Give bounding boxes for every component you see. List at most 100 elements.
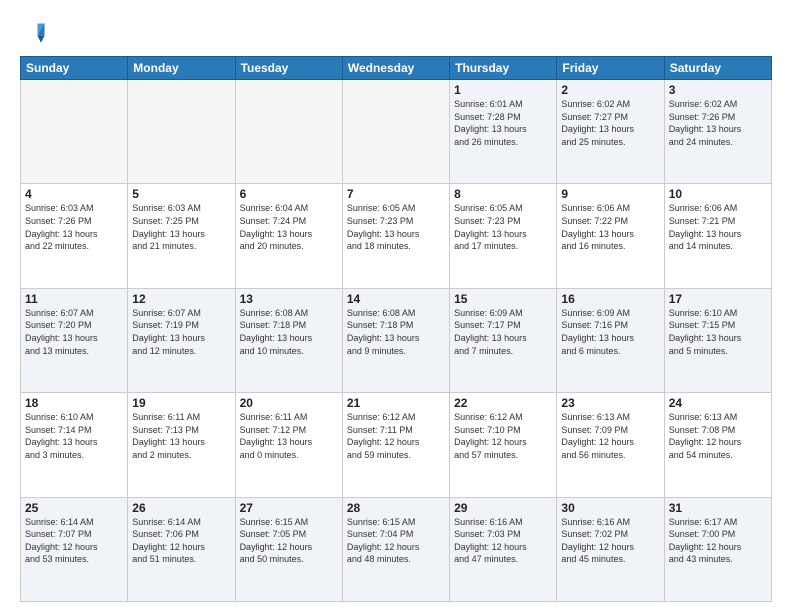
day-number: 21 bbox=[347, 396, 445, 410]
day-number: 31 bbox=[669, 501, 767, 515]
day-info: Sunrise: 6:15 AM Sunset: 7:04 PM Dayligh… bbox=[347, 516, 445, 566]
day-number: 3 bbox=[669, 83, 767, 97]
logo-icon bbox=[20, 20, 48, 48]
day-number: 6 bbox=[240, 187, 338, 201]
day-cell: 19Sunrise: 6:11 AM Sunset: 7:13 PM Dayli… bbox=[128, 393, 235, 497]
day-info: Sunrise: 6:04 AM Sunset: 7:24 PM Dayligh… bbox=[240, 202, 338, 252]
day-number: 24 bbox=[669, 396, 767, 410]
day-number: 14 bbox=[347, 292, 445, 306]
day-info: Sunrise: 6:03 AM Sunset: 7:25 PM Dayligh… bbox=[132, 202, 230, 252]
day-number: 26 bbox=[132, 501, 230, 515]
day-cell: 12Sunrise: 6:07 AM Sunset: 7:19 PM Dayli… bbox=[128, 288, 235, 392]
day-info: Sunrise: 6:08 AM Sunset: 7:18 PM Dayligh… bbox=[347, 307, 445, 357]
weekday-header-monday: Monday bbox=[128, 57, 235, 80]
day-cell: 28Sunrise: 6:15 AM Sunset: 7:04 PM Dayli… bbox=[342, 497, 449, 601]
day-info: Sunrise: 6:14 AM Sunset: 7:07 PM Dayligh… bbox=[25, 516, 123, 566]
day-cell: 9Sunrise: 6:06 AM Sunset: 7:22 PM Daylig… bbox=[557, 184, 664, 288]
day-number: 10 bbox=[669, 187, 767, 201]
day-cell: 14Sunrise: 6:08 AM Sunset: 7:18 PM Dayli… bbox=[342, 288, 449, 392]
day-info: Sunrise: 6:03 AM Sunset: 7:26 PM Dayligh… bbox=[25, 202, 123, 252]
day-number: 4 bbox=[25, 187, 123, 201]
weekday-header-friday: Friday bbox=[557, 57, 664, 80]
header bbox=[20, 16, 772, 48]
day-info: Sunrise: 6:17 AM Sunset: 7:00 PM Dayligh… bbox=[669, 516, 767, 566]
day-number: 27 bbox=[240, 501, 338, 515]
day-info: Sunrise: 6:07 AM Sunset: 7:20 PM Dayligh… bbox=[25, 307, 123, 357]
day-number: 16 bbox=[561, 292, 659, 306]
day-number: 22 bbox=[454, 396, 552, 410]
day-number: 5 bbox=[132, 187, 230, 201]
weekday-header-thursday: Thursday bbox=[450, 57, 557, 80]
day-info: Sunrise: 6:13 AM Sunset: 7:08 PM Dayligh… bbox=[669, 411, 767, 461]
day-info: Sunrise: 6:07 AM Sunset: 7:19 PM Dayligh… bbox=[132, 307, 230, 357]
day-info: Sunrise: 6:09 AM Sunset: 7:16 PM Dayligh… bbox=[561, 307, 659, 357]
day-number: 23 bbox=[561, 396, 659, 410]
day-number: 20 bbox=[240, 396, 338, 410]
week-row-2: 4Sunrise: 6:03 AM Sunset: 7:26 PM Daylig… bbox=[21, 184, 772, 288]
day-cell: 22Sunrise: 6:12 AM Sunset: 7:10 PM Dayli… bbox=[450, 393, 557, 497]
day-number: 29 bbox=[454, 501, 552, 515]
day-cell: 21Sunrise: 6:12 AM Sunset: 7:11 PM Dayli… bbox=[342, 393, 449, 497]
day-info: Sunrise: 6:13 AM Sunset: 7:09 PM Dayligh… bbox=[561, 411, 659, 461]
day-info: Sunrise: 6:06 AM Sunset: 7:21 PM Dayligh… bbox=[669, 202, 767, 252]
day-cell bbox=[235, 80, 342, 184]
calendar-table: SundayMondayTuesdayWednesdayThursdayFrid… bbox=[20, 56, 772, 602]
day-number: 17 bbox=[669, 292, 767, 306]
day-number: 7 bbox=[347, 187, 445, 201]
day-number: 11 bbox=[25, 292, 123, 306]
day-cell: 4Sunrise: 6:03 AM Sunset: 7:26 PM Daylig… bbox=[21, 184, 128, 288]
day-number: 13 bbox=[240, 292, 338, 306]
calendar-body: 1Sunrise: 6:01 AM Sunset: 7:28 PM Daylig… bbox=[21, 80, 772, 602]
calendar: SundayMondayTuesdayWednesdayThursdayFrid… bbox=[20, 56, 772, 602]
week-row-4: 18Sunrise: 6:10 AM Sunset: 7:14 PM Dayli… bbox=[21, 393, 772, 497]
day-number: 1 bbox=[454, 83, 552, 97]
day-cell: 31Sunrise: 6:17 AM Sunset: 7:00 PM Dayli… bbox=[664, 497, 771, 601]
day-info: Sunrise: 6:01 AM Sunset: 7:28 PM Dayligh… bbox=[454, 98, 552, 148]
day-info: Sunrise: 6:05 AM Sunset: 7:23 PM Dayligh… bbox=[347, 202, 445, 252]
day-cell: 27Sunrise: 6:15 AM Sunset: 7:05 PM Dayli… bbox=[235, 497, 342, 601]
day-info: Sunrise: 6:11 AM Sunset: 7:13 PM Dayligh… bbox=[132, 411, 230, 461]
day-number: 19 bbox=[132, 396, 230, 410]
day-info: Sunrise: 6:15 AM Sunset: 7:05 PM Dayligh… bbox=[240, 516, 338, 566]
week-row-5: 25Sunrise: 6:14 AM Sunset: 7:07 PM Dayli… bbox=[21, 497, 772, 601]
day-info: Sunrise: 6:09 AM Sunset: 7:17 PM Dayligh… bbox=[454, 307, 552, 357]
day-number: 12 bbox=[132, 292, 230, 306]
day-cell: 7Sunrise: 6:05 AM Sunset: 7:23 PM Daylig… bbox=[342, 184, 449, 288]
day-cell: 18Sunrise: 6:10 AM Sunset: 7:14 PM Dayli… bbox=[21, 393, 128, 497]
day-number: 25 bbox=[25, 501, 123, 515]
day-cell: 30Sunrise: 6:16 AM Sunset: 7:02 PM Dayli… bbox=[557, 497, 664, 601]
day-cell: 26Sunrise: 6:14 AM Sunset: 7:06 PM Dayli… bbox=[128, 497, 235, 601]
page: SundayMondayTuesdayWednesdayThursdayFrid… bbox=[0, 0, 792, 612]
day-cell bbox=[128, 80, 235, 184]
day-number: 30 bbox=[561, 501, 659, 515]
day-number: 8 bbox=[454, 187, 552, 201]
day-info: Sunrise: 6:16 AM Sunset: 7:03 PM Dayligh… bbox=[454, 516, 552, 566]
day-cell: 8Sunrise: 6:05 AM Sunset: 7:23 PM Daylig… bbox=[450, 184, 557, 288]
weekday-header-tuesday: Tuesday bbox=[235, 57, 342, 80]
day-info: Sunrise: 6:12 AM Sunset: 7:10 PM Dayligh… bbox=[454, 411, 552, 461]
day-cell: 16Sunrise: 6:09 AM Sunset: 7:16 PM Dayli… bbox=[557, 288, 664, 392]
day-cell: 17Sunrise: 6:10 AM Sunset: 7:15 PM Dayli… bbox=[664, 288, 771, 392]
day-number: 18 bbox=[25, 396, 123, 410]
day-info: Sunrise: 6:02 AM Sunset: 7:27 PM Dayligh… bbox=[561, 98, 659, 148]
day-info: Sunrise: 6:08 AM Sunset: 7:18 PM Dayligh… bbox=[240, 307, 338, 357]
day-cell: 1Sunrise: 6:01 AM Sunset: 7:28 PM Daylig… bbox=[450, 80, 557, 184]
weekday-header-saturday: Saturday bbox=[664, 57, 771, 80]
weekday-header-wednesday: Wednesday bbox=[342, 57, 449, 80]
day-info: Sunrise: 6:11 AM Sunset: 7:12 PM Dayligh… bbox=[240, 411, 338, 461]
day-cell bbox=[21, 80, 128, 184]
logo bbox=[20, 20, 52, 48]
day-info: Sunrise: 6:05 AM Sunset: 7:23 PM Dayligh… bbox=[454, 202, 552, 252]
day-number: 9 bbox=[561, 187, 659, 201]
day-cell: 25Sunrise: 6:14 AM Sunset: 7:07 PM Dayli… bbox=[21, 497, 128, 601]
day-cell: 5Sunrise: 6:03 AM Sunset: 7:25 PM Daylig… bbox=[128, 184, 235, 288]
day-cell: 15Sunrise: 6:09 AM Sunset: 7:17 PM Dayli… bbox=[450, 288, 557, 392]
day-info: Sunrise: 6:12 AM Sunset: 7:11 PM Dayligh… bbox=[347, 411, 445, 461]
day-cell: 2Sunrise: 6:02 AM Sunset: 7:27 PM Daylig… bbox=[557, 80, 664, 184]
day-info: Sunrise: 6:10 AM Sunset: 7:14 PM Dayligh… bbox=[25, 411, 123, 461]
day-cell: 13Sunrise: 6:08 AM Sunset: 7:18 PM Dayli… bbox=[235, 288, 342, 392]
calendar-header: SundayMondayTuesdayWednesdayThursdayFrid… bbox=[21, 57, 772, 80]
week-row-3: 11Sunrise: 6:07 AM Sunset: 7:20 PM Dayli… bbox=[21, 288, 772, 392]
day-info: Sunrise: 6:02 AM Sunset: 7:26 PM Dayligh… bbox=[669, 98, 767, 148]
weekday-header-sunday: Sunday bbox=[21, 57, 128, 80]
